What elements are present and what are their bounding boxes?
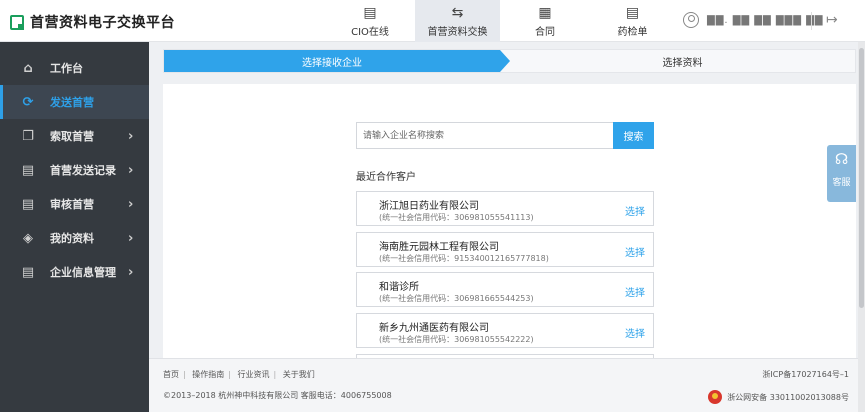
customer-service-button[interactable]: ☊ 客服 bbox=[827, 145, 856, 202]
sidebar-item-send-records[interactable]: ▤ 首营发送记录 › bbox=[0, 153, 149, 187]
select-link[interactable]: 选择 bbox=[625, 325, 645, 340]
user-name: ▇▇. ▇▇ ▇▇ ▇▇▇ ▇▇ bbox=[707, 14, 824, 26]
sidebar-item-label: 审核首营 bbox=[50, 198, 94, 211]
sidebar-item-label: 工作台 bbox=[50, 62, 83, 75]
customer-credit-code: (统一社会信用代码：306981665544253) bbox=[379, 294, 534, 303]
clipboard-icon: ▤ bbox=[21, 196, 35, 212]
sidebar-item-review-first-camp[interactable]: ▤ 审核首营 › bbox=[0, 187, 149, 221]
footer-link-guide[interactable]: 操作指南 bbox=[192, 370, 224, 379]
logo-icon bbox=[10, 14, 24, 30]
customer-name: 浙江旭日药业有限公司 bbox=[379, 201, 479, 212]
recent-customers-title: 最近合作客户 bbox=[356, 172, 416, 183]
document-icon: ▤ bbox=[363, 4, 377, 21]
footer-icp[interactable]: 浙ICP备17027164号–1 bbox=[762, 369, 849, 380]
nav-label: 合同 bbox=[535, 26, 555, 38]
step-select-documents: 选择资料 bbox=[662, 57, 703, 69]
footer-link-news[interactable]: 行业资讯 bbox=[238, 370, 270, 379]
sidebar-item-label: 发送首营 bbox=[50, 96, 94, 109]
select-link[interactable]: 选择 bbox=[625, 244, 645, 259]
clipboard-icon: ▤ bbox=[21, 162, 35, 178]
customer-credit-code: (统一社会信用代码：306981055542222) bbox=[379, 335, 534, 344]
sidebar-item-send-first-camp[interactable]: ⟳ 发送首营 bbox=[0, 85, 149, 119]
divider bbox=[811, 12, 812, 30]
copy-icon: ❐ bbox=[22, 128, 34, 144]
logo[interactable]: 首营资料电子交换平台 bbox=[10, 12, 175, 32]
footer-copyright: ©2013–2018 杭州神中科技有限公司 客服电话：4006755008 bbox=[163, 391, 392, 400]
sidebar-item-label: 我的资料 bbox=[50, 232, 94, 245]
footer-link-home[interactable]: 首页 bbox=[163, 370, 179, 379]
chevron-right-icon: › bbox=[128, 162, 134, 178]
home-icon: ⌂ bbox=[23, 60, 33, 76]
sidebar-item-label: 企业信息管理 bbox=[50, 266, 116, 279]
top-bar: 首营资料电子交换平台 ▤ CIO在线 ⇆ 首营资料交换 ▦ 合同 ▤ 药检单 ▇… bbox=[0, 0, 865, 42]
customer-name: 新乡九州通医药有限公司 bbox=[379, 323, 489, 334]
customer-credit-code: (统一社会信用代码：306981055541113) bbox=[379, 213, 534, 222]
layers-icon: ◈ bbox=[23, 230, 33, 246]
select-link[interactable]: 选择 bbox=[625, 284, 645, 299]
step-select-company: 选择接收企业 bbox=[164, 50, 510, 72]
exchange-icon: ⇆ bbox=[451, 4, 464, 21]
customer-service-label: 客服 bbox=[832, 178, 851, 188]
sidebar-item-label: 索取首营 bbox=[50, 130, 94, 143]
search-bar: 搜索 bbox=[356, 122, 654, 149]
customer-name: 海南胜元园林工程有限公司 bbox=[379, 242, 499, 253]
police-badge-icon bbox=[708, 390, 723, 404]
sidebar: ⌂ 工作台 ⟳ 发送首营 ❐ 索取首营 › ▤ 首营发送记录 › ▤ 审核首营 … bbox=[0, 42, 149, 412]
chevron-right-icon: › bbox=[128, 128, 134, 144]
contract-icon: ▦ bbox=[538, 4, 552, 21]
step-indicator: 选择接收企业 选择资料 bbox=[163, 49, 856, 73]
sidebar-item-request-first-camp[interactable]: ❐ 索取首营 › bbox=[0, 119, 149, 153]
nav-first-camp-exchange[interactable]: ⇆ 首营资料交换 bbox=[415, 0, 500, 42]
scrollbar-thumb[interactable] bbox=[859, 48, 864, 308]
sidebar-item-workbench[interactable]: ⌂ 工作台 bbox=[0, 51, 149, 85]
main-content: 选择接收企业 选择资料 搜索 最近合作客户 浙江旭日药业有限公司 (统一社会信用… bbox=[149, 42, 861, 412]
footer-link-about[interactable]: 关于我们 bbox=[283, 370, 315, 379]
nav-contract[interactable]: ▦ 合同 bbox=[505, 0, 585, 42]
select-link[interactable]: 选择 bbox=[625, 203, 645, 218]
customer-card: 海南胜元园林工程有限公司 (统一社会信用代码：91534001216577781… bbox=[356, 232, 654, 267]
search-button[interactable]: 搜索 bbox=[613, 122, 654, 149]
report-icon: ▤ bbox=[625, 4, 640, 21]
user-avatar-icon bbox=[683, 12, 699, 28]
police-record-text: 浙公网安备 33011002013088号 bbox=[727, 392, 849, 402]
nav-inspection-report[interactable]: ▤ 药检单 bbox=[590, 0, 675, 42]
headset-icon: ☊ bbox=[834, 150, 849, 168]
page-scrollbar[interactable] bbox=[858, 42, 865, 412]
nav-label: 药检单 bbox=[617, 26, 648, 38]
sidebar-item-label: 首营发送记录 bbox=[50, 164, 116, 177]
logout-icon[interactable]: ↦ bbox=[826, 12, 842, 28]
customer-card: 新乡九州通医药有限公司 (统一社会信用代码：306981055542222) 选… bbox=[356, 313, 654, 348]
user-menu[interactable]: ▇▇. ▇▇ ▇▇ ▇▇▇ ▇▇ bbox=[683, 12, 824, 28]
sync-icon: ⟳ bbox=[22, 94, 34, 110]
sidebar-item-my-documents[interactable]: ◈ 我的资料 › bbox=[0, 221, 149, 255]
customer-card: 和谐诊所 (统一社会信用代码：306981665544253) 选择 bbox=[356, 272, 654, 307]
customer-card: 浙江旭日药业有限公司 (统一社会信用代码：306981055541113) 选择 bbox=[356, 191, 654, 226]
nav-label: 首营资料交换 bbox=[427, 26, 488, 38]
app-title: 首营资料电子交换平台 bbox=[30, 15, 175, 31]
chevron-right-icon: › bbox=[128, 230, 134, 246]
sidebar-item-company-info[interactable]: ▤ 企业信息管理 › bbox=[0, 255, 149, 289]
company-search-input[interactable] bbox=[356, 122, 613, 149]
customer-credit-code: (统一社会信用代码：91534001216577781​8) bbox=[379, 254, 549, 263]
building-icon: ▤ bbox=[21, 264, 35, 280]
customer-name: 和谐诊所 bbox=[379, 282, 419, 293]
nav-label: CIO在线 bbox=[351, 26, 389, 38]
footer: 首页 | 操作指南 | 行业资讯 | 关于我们 ©2013–2018 杭州神中科技有限… bbox=[149, 358, 861, 412]
company-select-panel: 搜索 最近合作客户 浙江旭日药业有限公司 (统一社会信用代码：306981055… bbox=[163, 84, 856, 360]
chevron-right-icon: › bbox=[128, 264, 134, 280]
chevron-right-icon: › bbox=[128, 196, 134, 212]
footer-links: 首页 | 操作指南 | 行业资讯 | 关于我们 bbox=[163, 370, 315, 379]
nav-cio-online[interactable]: ▤ CIO在线 bbox=[330, 0, 410, 42]
footer-police-record[interactable]: 浙公网安备 33011002013088号 bbox=[708, 390, 849, 404]
